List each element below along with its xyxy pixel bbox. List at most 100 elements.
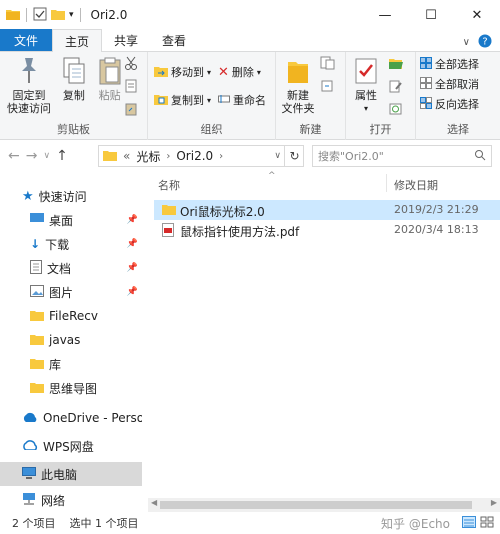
chevron-right-icon[interactable]: › — [219, 151, 223, 162]
scrollbar-thumb[interactable] — [160, 501, 472, 509]
folder-icon — [30, 381, 44, 396]
invert-selection-icon — [420, 96, 432, 112]
new-item-icon[interactable] — [320, 56, 336, 73]
nav-filerecv[interactable]: FileRecv — [0, 304, 142, 328]
paste-button[interactable]: 粘贴 — [94, 56, 126, 102]
address-dropdown-icon[interactable]: ∨ — [274, 151, 281, 161]
recent-locations-icon[interactable]: ∨ — [43, 151, 50, 161]
search-box[interactable]: 搜索"Ori2.0" — [312, 145, 492, 167]
tab-view[interactable]: 查看 — [150, 29, 198, 51]
nav-library[interactable]: 库 — [0, 352, 142, 376]
edit-icon[interactable] — [388, 79, 404, 96]
up-arrow-icon[interactable]: ↑ — [56, 148, 68, 164]
paste-shortcut-icon[interactable] — [124, 102, 138, 119]
refresh-icon[interactable]: ↻ — [284, 145, 304, 167]
pin-to-quick-access-button[interactable]: 固定到 快速访问 — [4, 56, 54, 115]
copy-to-button[interactable]: 复制到 ▾ — [154, 90, 211, 110]
file-row[interactable]: Ori鼠标光标2.0 2019/2/3 21:29 — [154, 200, 500, 220]
help-icon[interactable]: ? — [478, 34, 492, 51]
folder-icon — [162, 203, 176, 218]
back-arrow-icon[interactable]: ← — [8, 148, 20, 164]
address-row: ← → ∨ ↑ « 光标 › Ori2.0 › ∨ ↻ 搜索"Ori2.0" — [0, 140, 500, 172]
nav-this-pc[interactable]: 此电脑 — [0, 462, 142, 486]
chevron-right-icon[interactable]: › — [166, 151, 170, 162]
scroll-left-icon[interactable]: ◀ — [151, 498, 157, 507]
nav-downloads[interactable]: ↓ 下载 📌 — [0, 232, 142, 256]
selected-count: 选中 1 个项目 — [69, 517, 139, 530]
cut-icon[interactable] — [124, 56, 138, 73]
desktop-icon — [30, 213, 44, 227]
large-icons-view-icon[interactable] — [480, 516, 494, 531]
select-all-button[interactable]: 全部选择 — [420, 54, 479, 74]
sort-caret-icon: ^ — [268, 171, 276, 181]
horizontal-scrollbar[interactable]: ◀ ▶ — [148, 498, 500, 512]
search-icon — [474, 149, 486, 164]
details-view-icon[interactable] — [462, 516, 476, 531]
delete-x-icon: ✕ — [218, 64, 229, 80]
rename-icon — [218, 93, 230, 108]
paste-icon — [97, 56, 123, 89]
properties-checkbox-icon[interactable] — [33, 7, 47, 24]
move-folder-icon — [154, 65, 168, 80]
pin-icon: 📌 — [126, 263, 138, 273]
tab-share[interactable]: 共享 — [102, 29, 150, 51]
nav-network[interactable]: 网络 — [0, 488, 142, 512]
close-button[interactable]: ✕ — [454, 0, 500, 30]
new-folder-quick-icon[interactable] — [51, 8, 65, 23]
tab-home[interactable]: 主页 — [52, 29, 103, 52]
organize-group: 移动到 ▾ 复制到 ▾ ✕ 删除 ▾ 重命名 组织 — [148, 52, 276, 140]
copy-button[interactable]: 复制 — [58, 56, 90, 102]
file-name: 鼠标指针使用方法.pdf — [180, 225, 300, 239]
minimize-button[interactable]: — — [362, 0, 408, 30]
customize-toolbar-icon[interactable]: ▾ — [69, 10, 74, 20]
svg-text:?: ? — [482, 37, 487, 48]
rename-button[interactable]: 重命名 — [218, 90, 266, 110]
nav-onedrive[interactable]: OneDrive - Persona — [0, 406, 142, 430]
tab-file[interactable]: 文件 — [0, 29, 53, 51]
nav-documents[interactable]: 文档 📌 — [0, 256, 142, 280]
new-folder-button[interactable]: 新建 文件夹 — [280, 56, 316, 115]
navigation-pane: ★ 快速访问 桌面 📌 ↓ 下载 📌 文档 📌 图片 📌 FileRecv ja… — [0, 180, 142, 510]
column-name-header[interactable]: 名称 — [158, 177, 180, 193]
download-icon: ↓ — [30, 237, 41, 251]
nav-pictures[interactable]: 图片 📌 — [0, 280, 142, 304]
nav-wps-drive[interactable]: WPS网盘 — [0, 434, 142, 458]
select-group: 全部选择 全部取消 反向选择 选择 — [416, 52, 500, 140]
easy-access-icon[interactable] — [320, 79, 336, 96]
breadcrumb-overflow[interactable]: « — [123, 149, 130, 163]
breadcrumb-item-current[interactable]: Ori2.0 — [176, 149, 213, 163]
collapse-ribbon-icon[interactable]: ∨ — [463, 37, 470, 48]
properties-button[interactable]: 属性 ▾ — [350, 56, 382, 115]
copy-path-icon[interactable] — [124, 79, 138, 96]
forward-arrow-icon[interactable]: → — [26, 148, 38, 164]
breadcrumb-item[interactable]: 光标 — [136, 148, 160, 165]
copy-icon — [61, 56, 87, 89]
star-icon: ★ — [22, 188, 34, 204]
file-name: Ori鼠标光标2.0 — [180, 205, 265, 219]
history-icon[interactable] — [388, 102, 404, 119]
scroll-right-icon[interactable]: ▶ — [491, 498, 497, 507]
new-group: 新建 文件夹 新建 — [276, 52, 346, 140]
copy-folder-icon — [154, 93, 168, 108]
pin-icon: 📌 — [126, 239, 138, 249]
file-date: 2020/3/4 18:13 — [394, 223, 479, 236]
address-bar[interactable]: « 光标 › Ori2.0 › ∨ ↻ — [98, 145, 304, 167]
move-to-button[interactable]: 移动到 ▾ — [154, 62, 211, 82]
column-date-header[interactable]: 修改日期 — [394, 177, 438, 193]
nav-quick-access[interactable]: ★ 快速访问 — [0, 184, 142, 208]
invert-selection-button[interactable]: 反向选择 — [420, 94, 479, 114]
file-row[interactable]: 鼠标指针使用方法.pdf 2020/3/4 18:13 — [154, 220, 500, 240]
ribbon-tabs: 文件 主页 共享 查看 ∨ ? — [0, 29, 500, 52]
select-none-button[interactable]: 全部取消 — [420, 74, 479, 94]
delete-button[interactable]: ✕ 删除 ▾ — [218, 62, 266, 82]
nav-javas[interactable]: javas — [0, 328, 142, 352]
pin-icon: 📌 — [126, 215, 138, 225]
nav-desktop[interactable]: 桌面 📌 — [0, 208, 142, 232]
search-input[interactable]: 搜索"Ori2.0" — [318, 148, 384, 164]
nav-mindmap[interactable]: 思维导图 — [0, 376, 142, 400]
maximize-button[interactable]: ☐ — [408, 0, 454, 30]
computer-icon — [22, 466, 36, 482]
open-icon[interactable] — [388, 56, 404, 73]
folder-icon — [30, 309, 44, 324]
pdf-file-icon — [162, 223, 174, 240]
